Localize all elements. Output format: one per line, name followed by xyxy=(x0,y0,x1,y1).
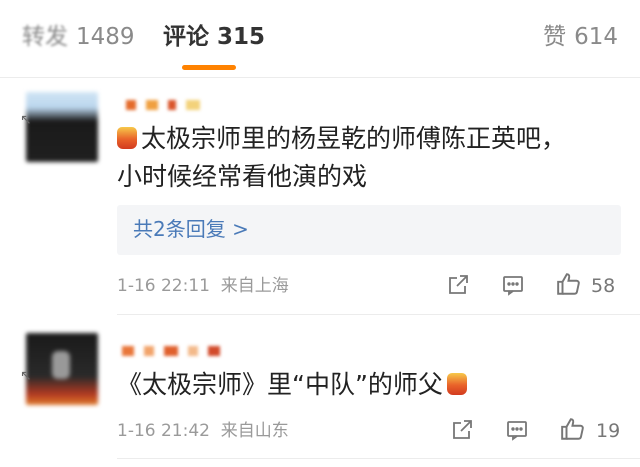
username-blurred[interactable] xyxy=(126,94,210,110)
tab-repost[interactable]: 转发 1489 xyxy=(22,22,135,52)
comment-line: 小时候经常看他演的戏 xyxy=(117,162,368,191)
tab-like-label: 赞 xyxy=(543,24,567,50)
avatar[interactable] xyxy=(26,92,98,162)
share-icon[interactable] xyxy=(446,273,470,297)
comment-divider xyxy=(117,314,640,315)
comment-line: 太极宗师里的杨昱乾的师傅陈正英吧， xyxy=(117,120,566,158)
tab-like-count: 614 xyxy=(574,24,618,50)
view-replies-link[interactable]: 共2条回复 > xyxy=(133,214,249,244)
tab-comment-count: 315 xyxy=(217,24,266,50)
comment-divider xyxy=(117,458,640,459)
avatar[interactable] xyxy=(26,333,98,405)
active-tab-indicator xyxy=(182,65,236,70)
tab-comment-label: 评论 xyxy=(163,24,209,50)
decor-mark: ↖ xyxy=(20,368,32,384)
comment-time: 1-16 22:11 xyxy=(117,276,210,296)
tab-comment[interactable]: 评论 315 xyxy=(163,22,265,52)
comment-icon[interactable] xyxy=(505,418,529,442)
tab-divider xyxy=(0,77,640,78)
comment-location: 来自山东 xyxy=(220,421,289,441)
thumbs-up-icon[interactable] xyxy=(560,416,586,442)
like-count: 58 xyxy=(591,275,616,297)
tab-repost-count: 1489 xyxy=(76,24,135,50)
candle-emoji-icon xyxy=(117,127,137,149)
decor-mark: ↖ xyxy=(20,112,32,128)
comment-text-line1: 太极宗师里的杨昱乾的师傅陈正英吧， xyxy=(141,124,567,153)
comment-text-line1: 《太极宗师》里“中队”的师父 xyxy=(117,370,443,399)
comment-line: 《太极宗师》里“中队”的师父 xyxy=(117,366,471,404)
comment-meta: 1-16 22:11 来自上海 xyxy=(117,275,289,297)
share-icon[interactable] xyxy=(450,418,474,442)
tab-like[interactable]: 赞 614 xyxy=(543,22,618,52)
thumbs-up-icon[interactable] xyxy=(556,271,582,297)
tab-repost-label: 转发 xyxy=(22,24,68,50)
comment-text: 《太极宗师》里“中队”的师父 xyxy=(117,366,471,404)
comment-location: 来自上海 xyxy=(220,276,289,296)
candle-emoji-icon xyxy=(446,373,467,395)
comment-text: 太极宗师里的杨昱乾的师傅陈正英吧， 小时候经常看他演的戏 xyxy=(117,120,566,196)
username-blurred[interactable] xyxy=(122,340,230,356)
tab-bar: 转发 1489 评论 315 赞 614 xyxy=(0,0,640,78)
comment-icon[interactable] xyxy=(501,273,525,297)
like-count: 19 xyxy=(596,420,621,442)
comment-meta: 1-16 21:42 来自山东 xyxy=(117,420,289,442)
comment-time: 1-16 21:42 xyxy=(117,421,210,441)
